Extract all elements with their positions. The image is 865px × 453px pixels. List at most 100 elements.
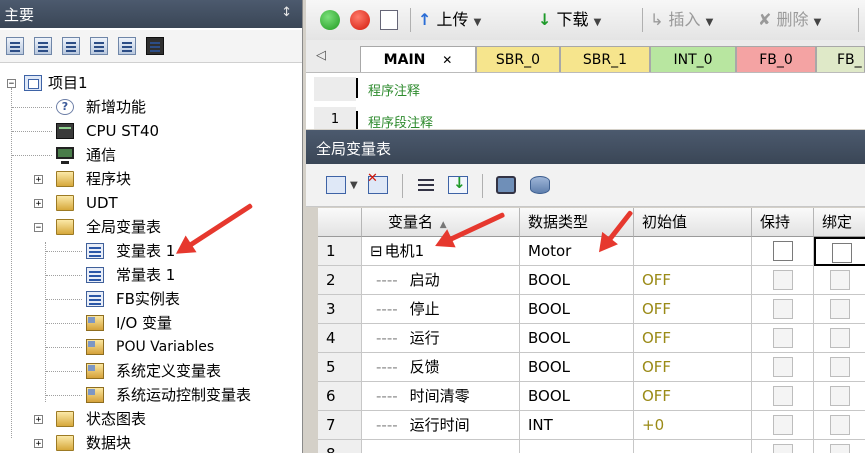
tab-fb-1[interactable]: FB_ bbox=[816, 46, 865, 72]
tree-item-io-variables[interactable]: I/O 变量 bbox=[0, 312, 300, 334]
tab-sbr-0[interactable]: SBR_0 bbox=[476, 46, 560, 72]
compile-icon[interactable] bbox=[380, 10, 398, 30]
expand-icon[interactable]: + bbox=[34, 439, 43, 449]
insert-button[interactable]: ↳ 插入 ▼ bbox=[650, 9, 713, 31]
tab-sbr-1[interactable]: SBR_1 bbox=[560, 46, 650, 72]
export-icon[interactable]: ↓ bbox=[448, 174, 468, 194]
tree-item-fb-instance-table[interactable]: FB实例表 bbox=[0, 288, 300, 310]
bind-checkbox[interactable] bbox=[830, 444, 850, 453]
tree-item-pou-variables[interactable]: POU Variables bbox=[0, 336, 300, 358]
initial-value-cell[interactable]: OFF bbox=[634, 382, 752, 411]
variable-name-cell[interactable]: ---- 启动 bbox=[362, 266, 520, 295]
retain-checkbox[interactable] bbox=[773, 415, 793, 435]
expand-icon[interactable]: + bbox=[34, 199, 43, 209]
variable-name-cell[interactable]: ---- 停止 bbox=[362, 295, 520, 324]
program-editor[interactable]: 程序注释 1 程序段注释 bbox=[306, 73, 865, 129]
variable-name-cell[interactable]: ---- 运行时间 bbox=[362, 411, 520, 440]
tree-item-constant-table-1[interactable]: 常量表 1 bbox=[0, 264, 300, 286]
column-header-retain[interactable]: 保持 bbox=[752, 208, 814, 237]
tree-item-program-blocks[interactable]: + 程序块 bbox=[0, 168, 300, 190]
run-icon[interactable] bbox=[320, 10, 340, 30]
tab-fb-0[interactable]: FB_0 bbox=[736, 46, 816, 72]
tree-item-udt[interactable]: + UDT bbox=[0, 192, 300, 214]
data-type-cell[interactable]: BOOL bbox=[520, 295, 634, 324]
bind-checkbox[interactable] bbox=[830, 299, 850, 319]
bind-checkbox[interactable] bbox=[830, 386, 850, 406]
retain-checkbox[interactable] bbox=[773, 299, 793, 319]
program-comment[interactable]: 程序注释 bbox=[368, 80, 420, 99]
retain-checkbox[interactable] bbox=[773, 328, 793, 348]
list-icon[interactable] bbox=[416, 176, 436, 194]
bind-checkbox[interactable] bbox=[830, 270, 850, 290]
initial-value-cell[interactable] bbox=[634, 237, 752, 266]
download-button[interactable]: ↓ 下载 ▼ bbox=[538, 9, 601, 31]
column-header-initial[interactable]: 初始值 bbox=[634, 208, 752, 237]
variable-name-cell[interactable]: ---- 反馈 bbox=[362, 353, 520, 382]
tree-item-global-variables[interactable]: − 全局变量表 bbox=[0, 216, 300, 238]
bind-checkbox[interactable] bbox=[830, 357, 850, 377]
camera-icon[interactable] bbox=[496, 176, 516, 194]
tab-main[interactable]: MAIN ✕ bbox=[360, 46, 476, 72]
retain-checkbox[interactable] bbox=[773, 386, 793, 406]
tree-item-motion-variables[interactable]: 系统运动控制变量表 bbox=[0, 384, 300, 406]
variable-name-cell[interactable]: ---- 时间清零 bbox=[362, 382, 520, 411]
data-type-cell[interactable]: BOOL bbox=[520, 382, 634, 411]
table-icon bbox=[86, 291, 104, 307]
initial-value-cell[interactable]: +0 bbox=[634, 411, 752, 440]
data-type-cell[interactable]: BOOL bbox=[520, 266, 634, 295]
table-view-icon[interactable] bbox=[34, 37, 52, 55]
retain-checkbox[interactable] bbox=[773, 444, 793, 453]
bind-checkbox[interactable] bbox=[832, 243, 852, 263]
upload-button[interactable]: ↑ 上传 ▼ bbox=[418, 9, 481, 31]
page-icon[interactable] bbox=[90, 37, 108, 55]
collapse-icon[interactable]: − bbox=[34, 223, 43, 233]
document-icon[interactable] bbox=[62, 37, 80, 55]
collapse-icon[interactable]: ⊟ bbox=[370, 242, 383, 260]
data-type-cell[interactable]: INT bbox=[520, 411, 634, 440]
tree-item-data-blocks[interactable]: + 数据块 bbox=[0, 432, 300, 453]
tree-item-new-features[interactable]: ? 新增功能 bbox=[0, 96, 300, 118]
chevron-down-icon[interactable]: ▼ bbox=[350, 180, 358, 191]
delete-button[interactable]: ✘ 删除 ▼ bbox=[758, 9, 821, 31]
data-type-cell[interactable]: Motor bbox=[520, 237, 634, 266]
initial-value-cell[interactable]: OFF bbox=[634, 295, 752, 324]
expand-icon[interactable]: + bbox=[34, 175, 43, 185]
bind-checkbox[interactable] bbox=[830, 328, 850, 348]
tree-item-system-variables[interactable]: 系统定义变量表 bbox=[0, 360, 300, 382]
tab-label: INT_0 bbox=[673, 52, 713, 68]
data-type-cell[interactable]: BOOL bbox=[520, 353, 634, 382]
database-icon[interactable] bbox=[530, 176, 550, 194]
data-type-cell[interactable]: BOOL bbox=[520, 324, 634, 353]
scroll-left-icon[interactable]: ◁ bbox=[316, 48, 326, 63]
initial-value-cell[interactable]: OFF bbox=[634, 324, 752, 353]
tree-item-status-chart[interactable]: + 状态图表 bbox=[0, 408, 300, 430]
stop-icon[interactable] bbox=[350, 10, 370, 30]
list-icon[interactable] bbox=[118, 37, 136, 55]
retain-checkbox[interactable] bbox=[773, 270, 793, 290]
tab-int-0[interactable]: INT_0 bbox=[650, 46, 736, 72]
tree-item-project[interactable]: − 项目1 bbox=[0, 72, 300, 94]
variable-name-cell[interactable] bbox=[362, 440, 520, 453]
pin-icon[interactable]: ↕ bbox=[281, 5, 292, 20]
tree-item-communication[interactable]: 通信 bbox=[0, 144, 300, 166]
tree-item-cpu[interactable]: CPU ST40 bbox=[0, 120, 300, 142]
initial-value-cell[interactable] bbox=[634, 440, 752, 453]
data-type-cell[interactable] bbox=[520, 440, 634, 453]
initial-value-cell[interactable]: OFF bbox=[634, 353, 752, 382]
close-icon[interactable]: ✕ bbox=[442, 53, 452, 67]
expand-icon[interactable]: + bbox=[34, 415, 43, 425]
retain-checkbox[interactable] bbox=[773, 241, 793, 261]
properties-icon[interactable] bbox=[6, 37, 24, 55]
segment-comment[interactable]: 程序段注释 bbox=[368, 112, 433, 129]
add-variable-icon[interactable] bbox=[326, 176, 346, 194]
variable-name-cell[interactable]: ---- 运行 bbox=[362, 324, 520, 353]
collapse-icon[interactable]: − bbox=[7, 79, 16, 89]
column-header-bind[interactable]: 绑定 bbox=[814, 208, 865, 237]
monitor-icon[interactable] bbox=[146, 37, 164, 55]
folder-icon bbox=[56, 195, 74, 211]
tree-item-variable-table-1[interactable]: 变量表 1 bbox=[0, 240, 300, 262]
retain-checkbox[interactable] bbox=[773, 357, 793, 377]
delete-variable-icon[interactable]: ✕ bbox=[367, 171, 388, 194]
bind-checkbox[interactable] bbox=[830, 415, 850, 435]
initial-value-cell[interactable]: OFF bbox=[634, 266, 752, 295]
